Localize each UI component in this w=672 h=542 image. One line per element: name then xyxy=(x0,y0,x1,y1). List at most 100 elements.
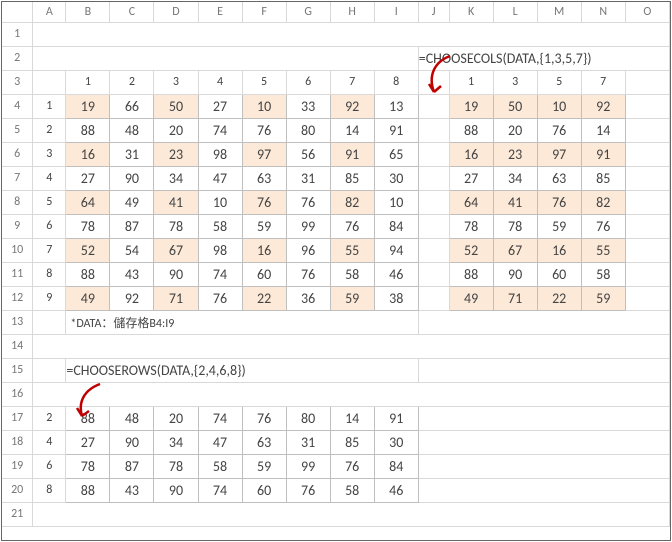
data-cell[interactable]: 30 xyxy=(374,166,418,190)
col-header[interactable]: B xyxy=(66,2,110,22)
result-cell[interactable]: 52 xyxy=(449,238,493,262)
data-cell[interactable]: 74 xyxy=(198,118,242,142)
col-header[interactable]: K xyxy=(449,2,493,22)
result-cell[interactable]: 14 xyxy=(330,406,374,430)
cell[interactable] xyxy=(33,502,670,526)
cell[interactable] xyxy=(418,166,449,190)
cell[interactable] xyxy=(33,46,418,70)
cell[interactable] xyxy=(33,310,66,334)
data-cell[interactable]: 76 xyxy=(242,190,286,214)
result-cell[interactable]: 88 xyxy=(66,478,110,502)
data-cell[interactable]: 76 xyxy=(286,262,330,286)
data-cell[interactable]: 66 xyxy=(110,94,154,118)
result-col-hdr[interactable]: 1 xyxy=(449,70,493,94)
data-cell[interactable]: 90 xyxy=(154,262,198,286)
data-cell[interactable]: 84 xyxy=(374,214,418,238)
data-cell[interactable]: 56 xyxy=(286,142,330,166)
row-header[interactable]: 15 xyxy=(2,358,33,382)
cell[interactable] xyxy=(625,262,669,286)
cell[interactable] xyxy=(33,22,670,46)
result-cell[interactable]: 58 xyxy=(581,262,625,286)
data-col-hdr[interactable]: 1 xyxy=(66,70,110,94)
data-col-hdr[interactable]: 7 xyxy=(330,70,374,94)
result-cell[interactable]: 27 xyxy=(449,166,493,190)
row-header[interactable]: 1 xyxy=(2,22,33,46)
row-header[interactable]: 17 xyxy=(2,406,33,430)
data-cell[interactable]: 78 xyxy=(66,214,110,238)
data-cell[interactable]: 16 xyxy=(242,238,286,262)
data-col-hdr[interactable]: 8 xyxy=(374,70,418,94)
formula-choosecols[interactable]: =CHOOSECOLS(DATA,{1,3,5,7}) xyxy=(418,46,669,70)
col-header[interactable]: A xyxy=(33,2,66,22)
result-cell[interactable]: 99 xyxy=(286,454,330,478)
result-cell[interactable]: 27 xyxy=(66,430,110,454)
result-row-hdr[interactable]: 8 xyxy=(33,478,66,502)
data-cell[interactable]: 80 xyxy=(286,118,330,142)
row-header[interactable]: 6 xyxy=(2,142,33,166)
cell[interactable] xyxy=(33,70,66,94)
data-cell[interactable]: 76 xyxy=(330,214,374,238)
result-cell[interactable]: 76 xyxy=(537,118,581,142)
col-header[interactable]: C xyxy=(110,2,154,22)
cell[interactable] xyxy=(418,190,449,214)
col-header[interactable]: I xyxy=(374,2,418,22)
result-row-hdr[interactable]: 2 xyxy=(33,406,66,430)
data-cell[interactable]: 27 xyxy=(198,94,242,118)
data-cell[interactable]: 82 xyxy=(330,190,374,214)
cell[interactable] xyxy=(418,430,669,454)
result-col-hdr[interactable]: 3 xyxy=(493,70,537,94)
data-cell[interactable]: 76 xyxy=(286,190,330,214)
data-col-hdr[interactable]: 5 xyxy=(242,70,286,94)
data-cell[interactable]: 10 xyxy=(374,190,418,214)
result-cell[interactable]: 78 xyxy=(154,454,198,478)
data-col-hdr[interactable]: 3 xyxy=(154,70,198,94)
cell[interactable] xyxy=(625,166,669,190)
data-cell[interactable]: 67 xyxy=(154,238,198,262)
result-cell[interactable]: 76 xyxy=(330,454,374,478)
result-cell[interactable]: 76 xyxy=(537,190,581,214)
data-col-hdr[interactable]: 4 xyxy=(198,70,242,94)
cell[interactable] xyxy=(625,286,669,310)
data-cell[interactable]: 88 xyxy=(66,262,110,286)
formula-chooserows[interactable]: =CHOOSEROWS(DATA,{2,4,6,8}) xyxy=(66,358,418,382)
result-cell[interactable]: 76 xyxy=(242,406,286,430)
data-cell[interactable]: 49 xyxy=(66,286,110,310)
result-cell[interactable]: 23 xyxy=(493,142,537,166)
row-header[interactable]: 8 xyxy=(2,190,33,214)
row-header[interactable]: 21 xyxy=(2,502,33,526)
data-cell[interactable]: 14 xyxy=(330,118,374,142)
result-cell[interactable]: 10 xyxy=(537,94,581,118)
result-cell[interactable]: 85 xyxy=(330,430,374,454)
data-cell[interactable]: 64 xyxy=(66,190,110,214)
data-cell[interactable]: 88 xyxy=(66,118,110,142)
data-cell[interactable]: 96 xyxy=(286,238,330,262)
row-header[interactable]: 3 xyxy=(2,70,33,94)
data-cell[interactable]: 58 xyxy=(198,214,242,238)
result-cell[interactable]: 71 xyxy=(493,286,537,310)
worksheet-grid[interactable]: A B C D E F G H I J K L M N O 1 2 =CHOOS… xyxy=(2,2,670,527)
result-cell[interactable]: 43 xyxy=(110,478,154,502)
result-cell[interactable]: 16 xyxy=(449,142,493,166)
data-cell[interactable]: 20 xyxy=(154,118,198,142)
result-cell[interactable]: 76 xyxy=(286,478,330,502)
result-cell[interactable]: 84 xyxy=(374,454,418,478)
data-col-hdr[interactable]: 6 xyxy=(286,70,330,94)
data-cell[interactable]: 31 xyxy=(110,142,154,166)
result-col-hdr[interactable]: 5 xyxy=(537,70,581,94)
data-cell[interactable]: 99 xyxy=(286,214,330,238)
column-headers[interactable]: A B C D E F G H I J K L M N O xyxy=(2,2,670,22)
data-cell[interactable]: 76 xyxy=(242,118,286,142)
result-col-hdr[interactable]: 7 xyxy=(581,70,625,94)
result-cell[interactable]: 78 xyxy=(66,454,110,478)
result-cell[interactable]: 30 xyxy=(374,430,418,454)
result-cell[interactable]: 20 xyxy=(493,118,537,142)
data-row-hdr[interactable]: 7 xyxy=(33,238,66,262)
result-cell[interactable]: 74 xyxy=(198,478,242,502)
row-header[interactable]: 11 xyxy=(2,262,33,286)
result-cell[interactable]: 97 xyxy=(537,142,581,166)
row-header[interactable]: 18 xyxy=(2,430,33,454)
data-cell[interactable]: 60 xyxy=(242,262,286,286)
result-cell[interactable]: 85 xyxy=(581,166,625,190)
data-cell[interactable]: 76 xyxy=(198,286,242,310)
result-cell[interactable]: 20 xyxy=(154,406,198,430)
